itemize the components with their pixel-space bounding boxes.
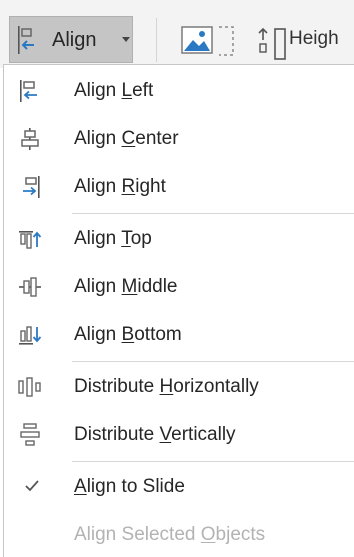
- menu-item-align-left[interactable]: Align Left: [4, 69, 354, 113]
- align-bottom-icon: [18, 323, 42, 347]
- align-center-icon: [18, 127, 42, 151]
- align-left-icon: [16, 25, 44, 60]
- shape-height-label: Heigh: [289, 28, 339, 49]
- align-dropdown-button[interactable]: Align: [9, 16, 133, 63]
- distribute-vertically-icon: [18, 423, 42, 447]
- menu-item-align-center[interactable]: Align Center: [4, 117, 354, 161]
- align-right-icon: [18, 175, 42, 199]
- chevron-down-icon: [122, 37, 130, 42]
- menu-item-align-right[interactable]: Align Right: [4, 165, 354, 209]
- menu-separator: [72, 461, 354, 462]
- menu-item-align-bottom[interactable]: Align Bottom: [4, 313, 354, 357]
- menu-item-align-middle[interactable]: Align Middle: [4, 265, 354, 309]
- align-left-icon: [18, 79, 42, 103]
- ribbon-divider: [156, 18, 157, 62]
- menu-item-distribute-horizontally[interactable]: Distribute Horizontally: [4, 365, 354, 409]
- menu-item-align-selected-objects: Align Selected Objects: [74, 524, 266, 545]
- align-dropdown-menu: Align Left Align Center Align Right Alig…: [3, 64, 354, 557]
- ribbon: Align Heigh: [0, 0, 354, 68]
- menu-separator: [72, 213, 354, 214]
- shape-height-icon: [257, 26, 289, 65]
- menu-item-align-to-slide[interactable]: Align to Slide: [4, 465, 354, 509]
- menu-separator: [72, 361, 354, 362]
- align-middle-icon: [18, 275, 42, 299]
- menu-item-align-top[interactable]: Align Top: [4, 217, 354, 261]
- align-top-icon: [18, 227, 42, 251]
- checkmark-icon: [24, 473, 40, 503]
- align-button-label: Align: [52, 29, 97, 51]
- distribute-horizontally-icon: [18, 375, 42, 399]
- menu-item-distribute-vertically[interactable]: Distribute Vertically: [4, 413, 354, 457]
- picture-icon[interactable]: [181, 24, 237, 63]
